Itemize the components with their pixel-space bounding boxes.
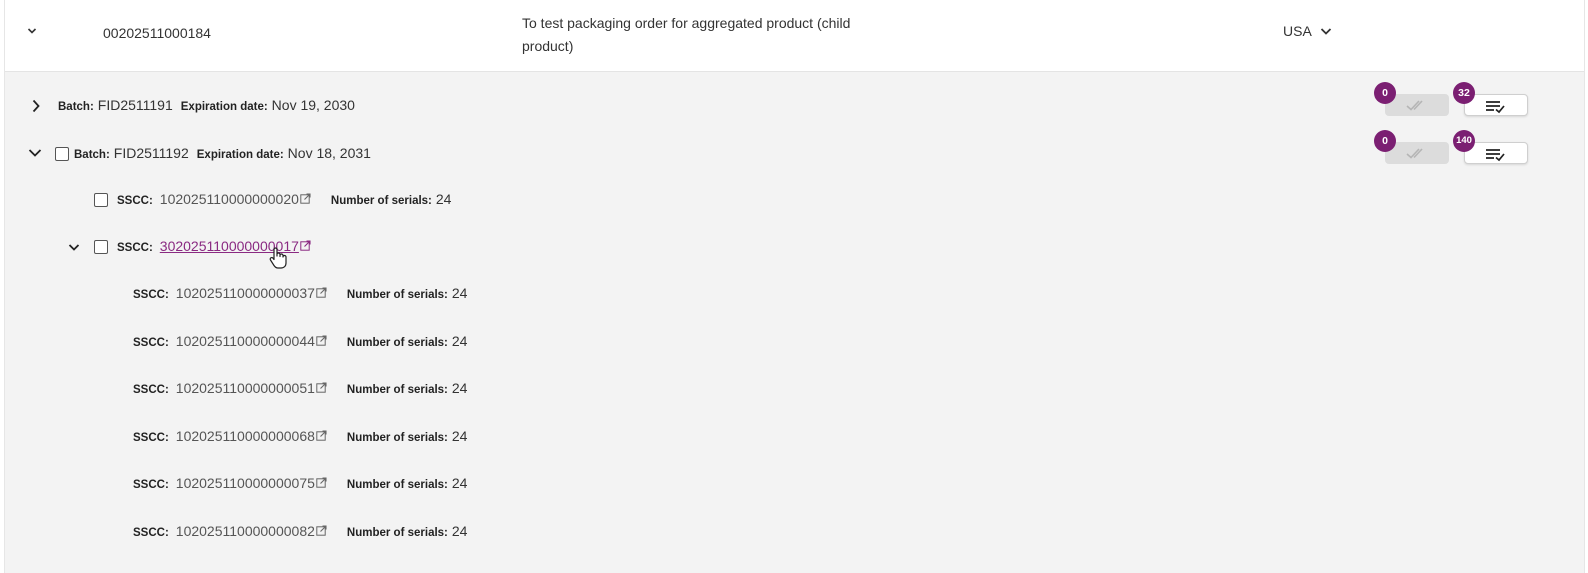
batch-1-verified-count-badge: 0 [1374,82,1396,104]
sscc-value[interactable]: 102025110000000051 [176,380,315,396]
sscc-row: SSCC: 102025110000000051 Number of serials… [133,380,467,396]
external-link-icon[interactable] [316,429,327,441]
collapse-sscc-chevron-down-icon[interactable] [68,243,80,252]
chevron-down-icon [1320,27,1332,36]
sscc-row: SSCC: 102025110000000037 Number of serials… [133,285,467,301]
number-of-serials-label: Number of serials: [346,479,448,491]
number-of-serials-value: 24 [451,475,468,491]
sscc-label: SSCC: [133,431,169,444]
sscc-value[interactable]: 102025110000000037 [176,285,315,301]
batch-2-row: Batch: FID2511192 Expiration date: Nov 1… [74,145,371,161]
sscc-label: SSCC: [117,195,153,207]
sscc-row: SSCC: 102025110000000044 Number of serials… [133,333,467,349]
external-link-icon[interactable] [316,382,327,393]
sscc-row: SSCC: 102025110000000082 Number of serials… [133,523,467,539]
sscc-label: SSCC: [133,336,169,349]
sscc-value[interactable]: 102025110000000020 [160,191,299,207]
sscc-label: SSCC: [133,526,169,539]
chevron-down-icon[interactable] [27,27,37,35]
external-link-icon[interactable] [316,477,327,488]
expiration-label: Expiration date: [196,149,284,161]
collapse-batch-2-chevron-down-icon[interactable] [28,148,42,158]
batch-2-verified-count-badge: 0 [1374,130,1396,152]
country-value: USA [1283,23,1312,39]
number-of-serials-label: Number of serials: [346,289,448,301]
sscc-checkbox[interactable] [94,240,108,254]
batch-2-total-count-badge: 140 [1453,130,1475,152]
batch-1-expiration: Nov 19, 2030 [271,97,355,113]
sscc-value[interactable]: 102025110000000082 [176,523,315,539]
hand-pointer-icon [268,246,288,275]
external-link-icon[interactable] [316,524,327,536]
number-of-serials-label: Number of serials: [346,526,448,539]
batch-1-row: Batch: FID2511191 Expiration date: Nov 1… [58,97,355,113]
expand-batch-1-chevron-right-icon[interactable] [31,99,41,113]
product-panel: 00202511000184 To test packaging order f… [4,0,1585,573]
description-line-2: product) [522,38,574,54]
country-dropdown[interactable]: USA [1283,23,1332,39]
sscc-label: SSCC: [133,289,169,301]
sscc-value[interactable]: 102025110000000068 [176,428,315,444]
number-of-serials-label: Number of serials: [330,195,432,207]
sscc-checkbox[interactable] [94,193,108,207]
product-header-row: 00202511000184 To test packaging order f… [5,0,1584,72]
number-of-serials-label: Number of serials: [346,384,448,396]
list-check-icon [1486,101,1505,114]
number-of-serials-value: 24 [451,380,468,396]
sscc-row: SSCC: 102025110000000020 Number of seria… [117,191,451,207]
description-line-1: To test packaging order for aggregated p… [522,15,851,31]
batch-1-value: FID2511191 [97,97,173,113]
number-of-serials-value: 24 [435,191,452,207]
sscc-row: SSCC: 102025110000000068 Number of serials… [133,428,467,444]
batch-2-checkbox[interactable] [55,147,69,161]
sscc-value[interactable]: 102025110000000044 [176,333,315,349]
batch-2-expiration: Nov 18, 2031 [287,145,371,161]
sscc-label: SSCC: [133,384,169,396]
sscc-row: SSCC: 102025110000000075 Number of serials… [133,475,467,491]
number-of-serials-value: 24 [451,332,468,349]
expiration-label: Expiration date: [180,101,268,113]
number-of-serials-value: 24 [451,285,468,301]
number-of-serials-value: 24 [451,427,468,444]
number-of-serials-label: Number of serials: [346,336,448,349]
batch-label: Batch: [74,149,110,161]
number-of-serials-label: Number of serials: [346,431,448,444]
sscc-label: SSCC: [117,242,153,254]
product-code: 00202511000184 [103,25,211,41]
product-description: To test packaging order for aggregated p… [522,12,902,58]
external-link-icon[interactable] [316,287,327,298]
batch-1-total-count-badge: 32 [1453,82,1475,104]
external-link-icon[interactable] [316,334,327,346]
sscc-label: SSCC: [133,479,169,491]
sscc-value[interactable]: 102025110000000075 [176,475,315,491]
external-link-icon[interactable] [300,193,311,204]
batch-label: Batch: [58,101,94,113]
batch-2-value: FID2511192 [113,145,189,161]
number-of-serials-value: 24 [451,522,468,539]
list-check-icon [1486,149,1505,162]
external-link-icon[interactable] [300,240,311,251]
